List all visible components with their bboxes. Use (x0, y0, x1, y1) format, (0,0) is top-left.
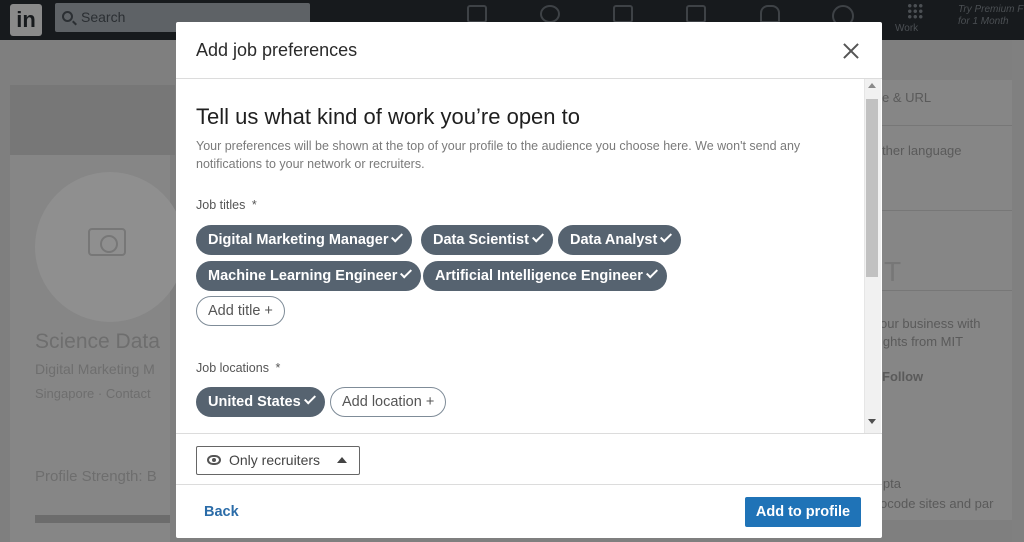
job-location-chip[interactable]: United States (196, 387, 325, 417)
job-preferences-dialog: Add job preferences Tell us what kind of… (176, 22, 882, 538)
scrollbar-thumb[interactable] (866, 99, 878, 277)
premium-line-2: for 1 Month (958, 16, 1009, 27)
premium-line-1: Try Premium F (958, 4, 1024, 15)
right-sidebar-item: ther language (882, 143, 962, 158)
right-sidebar-item: ocode sites and par (880, 496, 994, 511)
search-icon (62, 11, 73, 22)
search-placeholder: Search (81, 9, 126, 25)
home-icon[interactable] (467, 5, 487, 23)
check-icon (660, 230, 673, 243)
scroll-up-arrow-icon[interactable] (868, 83, 876, 88)
check-icon (645, 266, 658, 279)
linkedin-logo[interactable]: in (10, 4, 42, 36)
check-icon (391, 230, 404, 243)
job-title-chip[interactable]: Digital Marketing Manager (196, 225, 413, 255)
divider (880, 210, 1012, 211)
profile-location: Singapore · Contact (35, 386, 151, 401)
caret-up-icon (337, 457, 347, 463)
camera-icon (88, 228, 126, 256)
ad-logo: T (884, 256, 905, 287)
back-button[interactable]: Back (204, 504, 239, 520)
divider (880, 290, 1012, 291)
required-marker: * (251, 198, 257, 212)
chip-label: Machine Learning Engineer (208, 268, 398, 284)
dialog-title: Add job preferences (196, 40, 358, 60)
visibility-dropdown[interactable]: Only recruiters (196, 446, 360, 475)
chip-label: United States (208, 394, 301, 410)
right-sidebar-item: ights from MIT (880, 334, 964, 349)
dialog-description: Your preferences will be shown at the to… (196, 139, 801, 171)
check-icon (400, 266, 413, 279)
premium-link[interactable]: Try Premium F for 1 Month (958, 4, 1023, 28)
right-sidebar-item: our business with (880, 316, 981, 331)
close-icon[interactable] (840, 40, 862, 62)
job-title-chip[interactable]: Machine Learning Engineer (196, 261, 422, 291)
dialog-heading: Tell us what kind of work you’re open to (196, 104, 580, 129)
job-titles-label: Job titles * (196, 198, 257, 212)
job-title-chip[interactable]: Artificial Intelligence Engineer (423, 261, 667, 291)
dialog-header: Add job preferences (176, 22, 882, 79)
chip-label: Digital Marketing Manager (208, 232, 389, 248)
profile-cover (10, 85, 175, 155)
notifications-icon[interactable] (760, 5, 780, 23)
chip-label: Artificial Intelligence Engineer (435, 268, 643, 284)
job-title-chip[interactable]: Data Scientist (421, 225, 553, 255)
check-icon (531, 230, 544, 243)
right-sidebar-item: ipta (880, 476, 901, 491)
required-marker: * (275, 361, 281, 375)
divider (880, 125, 1012, 126)
network-icon[interactable] (540, 5, 560, 23)
job-title-chip[interactable]: Data Analyst (558, 225, 682, 255)
chip-label: Data Scientist (433, 232, 529, 248)
dialog-body: Tell us what kind of work you’re open to… (176, 79, 882, 433)
job-titles-label-text: Job titles (196, 198, 246, 212)
add-location-button[interactable]: Add location + (330, 387, 447, 417)
profile-strength: Profile Strength: B (35, 468, 157, 485)
add-to-profile-button[interactable]: Add to profile (745, 497, 861, 527)
visibility-row: Only recruiters (176, 433, 882, 485)
follow-link[interactable]: Follow (882, 369, 923, 384)
jobs-icon[interactable] (613, 5, 633, 23)
profile-strength-bar (35, 515, 170, 523)
visibility-label: Only recruiters (229, 452, 321, 468)
profile-name: Science Data (35, 330, 160, 353)
scroll-down-arrow-icon[interactable] (868, 419, 876, 424)
messaging-icon[interactable] (686, 5, 706, 23)
right-sidebar-item: e & URL (882, 90, 932, 105)
job-locations-label: Job locations * (196, 361, 280, 375)
chip-label: Data Analyst (570, 232, 658, 248)
check-icon (303, 392, 316, 405)
page-scrollbar[interactable] (1012, 40, 1024, 542)
job-locations-label-text: Job locations (196, 361, 269, 375)
work-menu-label[interactable]: Work (895, 23, 918, 34)
eye-icon (207, 455, 221, 465)
add-title-button[interactable]: Add title + (196, 296, 285, 326)
work-grid-icon[interactable] (907, 3, 923, 19)
profile-headline: Digital Marketing M (35, 361, 155, 377)
